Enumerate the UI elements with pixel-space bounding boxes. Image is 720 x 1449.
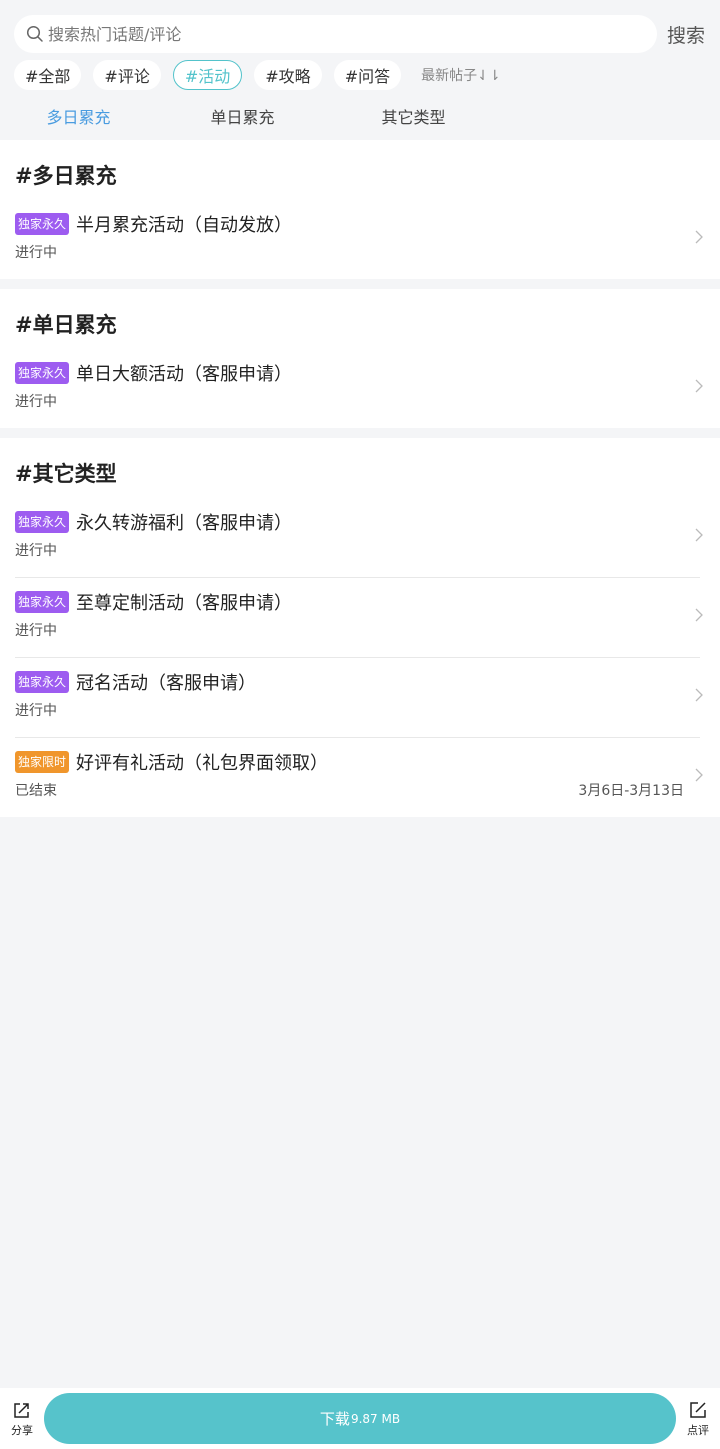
item-title: 永久转游福利（客服申请） <box>76 513 293 534</box>
item-title: 冠名活动（客服申请） <box>76 673 257 694</box>
search-input[interactable] <box>48 24 608 44</box>
bottom-bar: 分享 下载 9.87 MB 点评 <box>0 1388 720 1449</box>
item-date: 3月6日-3月13日 <box>578 783 684 799</box>
section-title: #其它类型 <box>15 462 117 486</box>
chevron-right-icon <box>695 608 703 622</box>
chevron-right-icon <box>695 688 703 702</box>
badge-permanent: 独家永久 <box>15 362 70 384</box>
section-title: #单日累充 <box>15 313 117 337</box>
subtab-multi-day[interactable]: 多日累充 <box>0 104 157 128</box>
top-area: 搜索 #全部 #评论 #活动 #攻略 #问答 最新帖子⇃⇂ 多日累充 单日累充 … <box>0 0 720 140</box>
item-status: 进行中 <box>15 703 57 719</box>
subtab-other[interactable]: 其它类型 <box>328 104 499 128</box>
chevron-right-icon <box>695 230 703 244</box>
search-icon <box>26 25 43 42</box>
section-multi-day: #多日累充 独家永久 半月累充活动（自动发放） 进行中 <box>0 140 720 279</box>
review-button[interactable]: 点评 <box>676 1400 720 1438</box>
search-box[interactable] <box>14 15 657 53</box>
badge-limited: 独家限时 <box>15 751 70 773</box>
section-single-day: #单日累充 独家永久 单日大额活动（客服申请） 进行中 <box>0 289 720 428</box>
chevron-right-icon <box>695 379 703 393</box>
section-other: #其它类型 独家永久 永久转游福利（客服申请） 进行中 独家永久 至尊定制活动（… <box>0 438 720 817</box>
badge-permanent: 独家永久 <box>15 213 70 235</box>
topic-chips: #全部 #评论 #活动 #攻略 #问答 最新帖子⇃⇂ <box>0 58 720 92</box>
item-title: 单日大额活动（客服申请） <box>76 364 293 385</box>
chip-guides[interactable]: #攻略 <box>254 60 322 90</box>
badge-permanent: 独家永久 <box>15 511 70 533</box>
item-status: 进行中 <box>15 543 57 559</box>
item-title: 半月累充活动（自动发放） <box>76 215 293 236</box>
list-item[interactable]: 独家永久 半月累充活动（自动发放） 进行中 <box>0 200 720 279</box>
share-button[interactable]: 分享 <box>0 1400 44 1438</box>
subtabs: 多日累充 单日累充 其它类型 <box>0 92 720 140</box>
download-label: 下载 <box>319 1410 350 1428</box>
search-button[interactable]: 搜索 <box>667 21 705 48</box>
chevron-right-icon <box>695 768 703 782</box>
list-item[interactable]: 独家永久 至尊定制活动（客服申请） 进行中 <box>0 578 720 657</box>
chip-comments[interactable]: #评论 <box>93 60 161 90</box>
sort-toggle[interactable]: 最新帖子⇃⇂ <box>421 65 500 85</box>
edit-icon <box>690 1401 706 1418</box>
item-title: 好评有礼活动（礼包界面领取） <box>76 753 329 774</box>
chip-all[interactable]: #全部 <box>14 60 82 90</box>
item-status: 已结束 <box>15 783 57 799</box>
list-item[interactable]: 独家限时 好评有礼活动（礼包界面领取） 已结束 3月6日-3月13日 <box>0 738 720 817</box>
chip-activities[interactable]: #活动 <box>172 60 243 90</box>
download-size: 9.87 MB <box>350 1411 401 1426</box>
search-row: 搜索 <box>0 0 720 58</box>
list-item[interactable]: 独家永久 冠名活动（客服申请） 进行中 <box>0 658 720 737</box>
list-item[interactable]: 独家永久 永久转游福利（客服申请） 进行中 <box>0 498 720 577</box>
chip-qa[interactable]: #问答 <box>333 60 402 90</box>
list-item[interactable]: 独家永久 单日大额活动（客服申请） 进行中 <box>0 349 720 428</box>
subtab-single-day[interactable]: 单日累充 <box>157 104 328 128</box>
item-title: 至尊定制活动（客服申请） <box>76 593 293 614</box>
chevron-right-icon <box>695 528 703 542</box>
badge-permanent: 独家永久 <box>15 591 70 613</box>
badge-permanent: 独家永久 <box>15 671 70 693</box>
section-title: #多日累充 <box>15 164 117 188</box>
item-status: 进行中 <box>15 623 57 639</box>
item-status: 进行中 <box>15 245 57 261</box>
download-button[interactable]: 下载 9.87 MB <box>44 1393 676 1444</box>
item-status: 进行中 <box>15 394 57 410</box>
share-icon <box>14 1402 29 1418</box>
share-label: 分享 <box>11 1423 33 1437</box>
review-label: 点评 <box>687 1423 709 1437</box>
